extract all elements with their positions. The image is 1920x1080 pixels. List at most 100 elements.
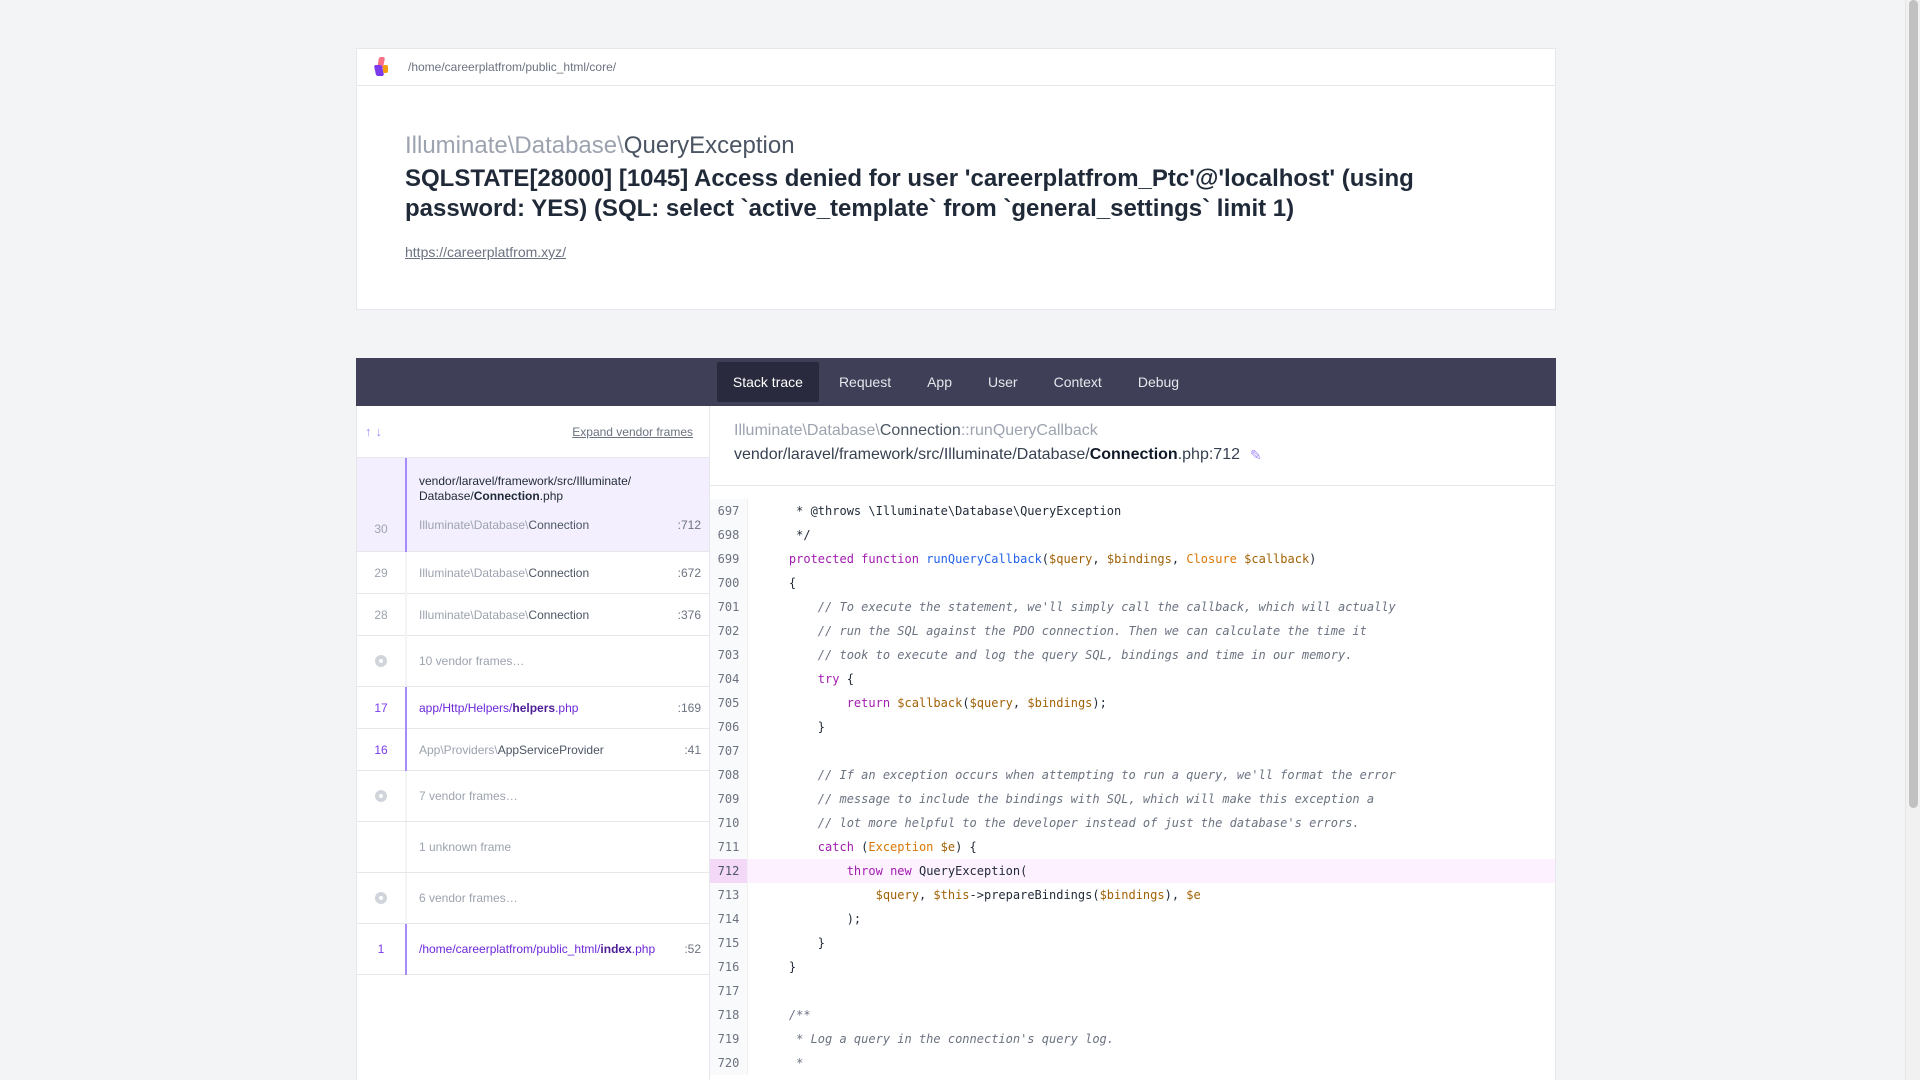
nav-path: /home/careerplatfrom/public_html/core/ — [408, 60, 617, 74]
line-number[interactable]: 713 — [710, 883, 748, 907]
line-number[interactable]: 700 — [710, 571, 748, 595]
frame-line: Illuminate\Database\Connection :672 — [419, 565, 701, 580]
frame-number: 16 — [357, 728, 407, 771]
frame-line: App\Providers\AppServiceProvider :41 — [419, 742, 701, 757]
tab-user[interactable]: User — [972, 362, 1034, 402]
line-number[interactable]: 706 — [710, 715, 748, 739]
line-number[interactable]: 707 — [710, 739, 748, 763]
frame-line: Illuminate\Database\Connection :712 — [419, 518, 701, 532]
line-number[interactable]: 711 — [710, 835, 748, 859]
unknown-frame-row[interactable]: 1 unknown frame — [357, 822, 709, 873]
code-text: // If an exception occurs when attemptin… — [817, 768, 1396, 782]
tab-bar: Stack trace Request App User Context Deb… — [356, 358, 1556, 406]
code-line: 701 // To execute the statement, we'll s… — [710, 595, 1555, 619]
line-number[interactable]: 718 — [710, 1003, 748, 1027]
frame-number: 1 — [357, 923, 407, 975]
code-line: 720 * — [710, 1051, 1555, 1075]
code-line: 702 // run the SQL against the PDO conne… — [710, 619, 1555, 643]
code-text: // message to include the bindings with … — [817, 792, 1375, 806]
vendor-frames-label: 7 vendor frames… — [419, 789, 518, 803]
expand-vendor-frames-button[interactable]: Expand vendor frames — [572, 425, 693, 439]
code-line: 706 } — [710, 715, 1555, 739]
line-number[interactable]: 709 — [710, 787, 748, 811]
vendor-frames-icon — [375, 655, 387, 667]
code-lines: 697 * @throws \Illuminate\Database\Query… — [710, 499, 1555, 1075]
line-number[interactable]: 710 — [710, 811, 748, 835]
exception-header-card: /home/careerplatfrom/public_html/core/ I… — [356, 48, 1556, 310]
code-line: 700 { — [710, 571, 1555, 595]
line-number[interactable]: 698 — [710, 523, 748, 547]
vendor-frames-icon — [375, 790, 387, 802]
line-number[interactable]: 703 — [710, 643, 748, 667]
frame-row-app-service-provider[interactable]: 16 App\Providers\AppServiceProvider :41 — [357, 728, 709, 771]
line-number[interactable]: 714 — [710, 907, 748, 931]
line-number[interactable]: 708 — [710, 763, 748, 787]
page-scrollbar[interactable] — [1905, 0, 1920, 1080]
code-line: 699 protected function runQueryCallback(… — [710, 547, 1555, 571]
frame-number: 28 — [357, 593, 407, 636]
code-line: 704 try { — [710, 667, 1555, 691]
frame-group-connection[interactable]: 30 vendor/laravel/framework/src/Illumina… — [357, 458, 709, 552]
tab-request[interactable]: Request — [823, 362, 907, 402]
code-line: 716 } — [710, 955, 1555, 979]
code-header: Illuminate\Database\Connection::runQuery… — [710, 406, 1555, 486]
vendor-frames-toggle[interactable]: 6 vendor frames… — [357, 873, 709, 924]
frame-file-path: vendor/laravel/framework/src/Illuminate/… — [419, 474, 632, 503]
line-number[interactable]: 716 — [710, 955, 748, 979]
tab-debug[interactable]: Debug — [1122, 362, 1195, 402]
line-number[interactable]: 715 — [710, 931, 748, 955]
line-number[interactable]: 720 — [710, 1051, 748, 1075]
code-line: 709 // message to include the bindings w… — [710, 787, 1555, 811]
tab-app[interactable]: App — [911, 362, 968, 402]
frame-row-helpers[interactable]: 17 app/Http/Helpers/helpers.php :169 — [357, 686, 709, 729]
code-line: 705 return $callback($query, $bindings); — [710, 691, 1555, 715]
code-line: 712 throw new QueryException( — [710, 859, 1555, 883]
code-line: 715 } — [710, 931, 1555, 955]
tab-context[interactable]: Context — [1038, 362, 1118, 402]
code-line: 703 // took to execute and log the query… — [710, 643, 1555, 667]
line-number[interactable]: 705 — [710, 691, 748, 715]
pencil-icon[interactable]: ✎ — [1250, 447, 1262, 464]
frame-method: Illuminate\Database\Connection::runQuery… — [734, 422, 1098, 439]
line-number[interactable]: 704 — [710, 667, 748, 691]
code-text: } — [760, 720, 826, 734]
vendor-frames-toggle[interactable]: 10 vendor frames… — [357, 636, 709, 687]
ignition-logo-icon[interactable] — [373, 57, 391, 77]
scrollbar-thumb[interactable] — [1909, 0, 1918, 808]
line-number[interactable]: 702 — [710, 619, 748, 643]
frame-row-index[interactable]: 1 /home/careerplatfrom/public_html/index… — [357, 923, 709, 975]
code-line: 717 — [710, 979, 1555, 1003]
code-line: 710 // lot more helpful to the developer… — [710, 811, 1555, 835]
line-number[interactable]: 712 — [710, 859, 748, 883]
line-number[interactable]: 719 — [710, 1027, 748, 1051]
code-text: /** — [788, 1008, 811, 1022]
code-text: catch (Exception $e) { — [817, 840, 977, 854]
unknown-frame-label: 1 unknown frame — [419, 840, 512, 854]
frame-row[interactable]: 28 Illuminate\Database\Connection :376 — [357, 593, 709, 636]
code-text: $query, $this->prepareBindings($bindings… — [875, 888, 1201, 902]
code-text: * Log a query in the connection's query … — [760, 1032, 1115, 1046]
line-number[interactable]: 701 — [710, 595, 748, 619]
code-line: 698 */ — [710, 523, 1555, 547]
frames-list: ↑ ↓ Expand vendor frames 30 vendor/larav… — [357, 406, 710, 1080]
code-text: // run the SQL against the PDO connectio… — [817, 624, 1367, 638]
frame-line: /home/careerplatfrom/public_html/index.p… — [419, 942, 701, 956]
line-number[interactable]: 697 — [710, 499, 748, 523]
vendor-frames-toggle[interactable]: 7 vendor frames… — [357, 771, 709, 822]
arrow-down-icon[interactable]: ↓ — [376, 424, 383, 439]
stack-trace-panel: ↑ ↓ Expand vendor frames 30 vendor/larav… — [356, 406, 1556, 1080]
line-number[interactable]: 699 — [710, 547, 748, 571]
code-line: 697 * @throws \Illuminate\Database\Query… — [710, 499, 1555, 523]
request-url-link[interactable]: https://careerplatfrom.xyz/ — [405, 244, 566, 260]
code-line: 718 /** — [710, 1003, 1555, 1027]
line-number[interactable]: 717 — [710, 979, 748, 1003]
tab-stack-trace[interactable]: Stack trace — [716, 362, 819, 402]
frame-row[interactable]: 29 Illuminate\Database\Connection :672 — [357, 551, 709, 594]
code-line: 707 — [710, 739, 1555, 763]
code-text: } — [760, 936, 826, 950]
frame-line: app/Http/Helpers/helpers.php :169 — [419, 700, 701, 715]
code-text: ); — [760, 912, 862, 926]
arrow-up-icon[interactable]: ↑ — [365, 424, 372, 439]
